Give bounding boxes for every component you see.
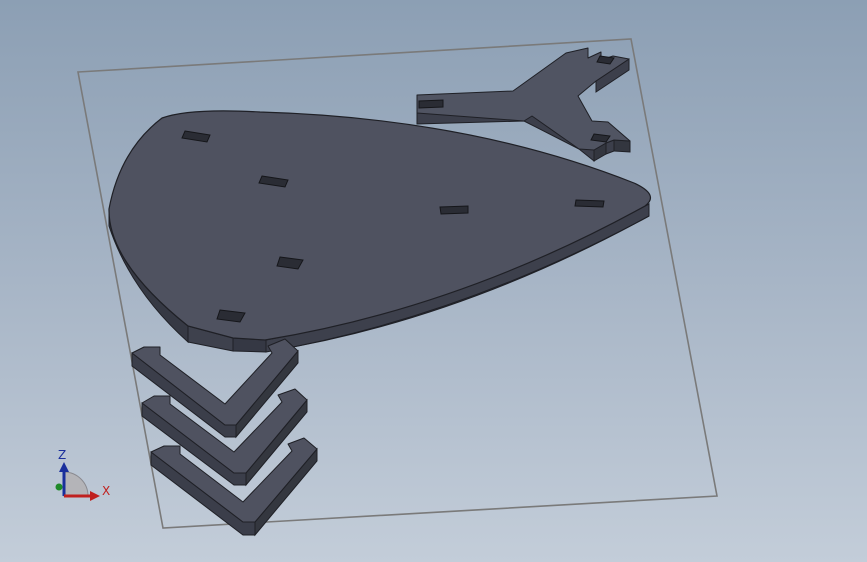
teardrop-base-plate[interactable]: [108, 110, 652, 353]
triad-x-label: X: [102, 484, 110, 498]
reference-triad: Z X: [55, 448, 110, 501]
triad-y-axis: [55, 483, 63, 491]
plate-slot: [574, 199, 605, 208]
triad-quadrant: [63, 471, 89, 497]
graphics-viewport[interactable]: Z X: [0, 0, 867, 562]
model-scene[interactable]: Z X: [0, 0, 867, 562]
plate-slot: [439, 205, 469, 215]
triad-z-label: Z: [58, 448, 66, 462]
